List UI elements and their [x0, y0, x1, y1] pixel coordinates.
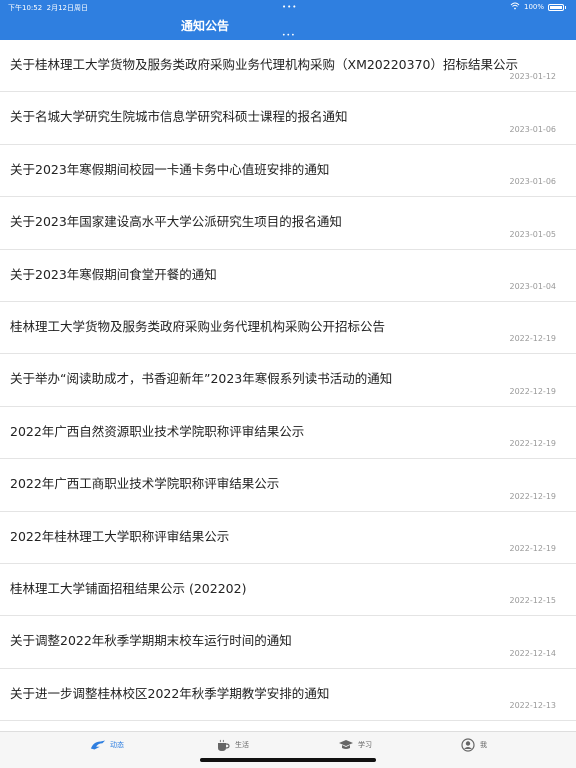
tab-feed[interactable]: 动态 — [90, 738, 124, 752]
notice-date: 2022-12-19 — [509, 543, 557, 553]
notice-title: 关于进一步调整桂林校区2022年秋季学期教学安排的通知 — [10, 685, 330, 701]
notice-date: 2022-12-19 — [509, 334, 557, 344]
multitask-dots-icon[interactable]: ••• — [282, 3, 297, 11]
status-right: 100% — [510, 2, 566, 12]
status-date: 2月12日周日 — [46, 4, 89, 12]
notice-title: 关于举办“阅读助成才，书香迎新年”2023年寒假系列读书活动的通知 — [10, 371, 393, 387]
status-time: 下午10:52 — [8, 4, 43, 12]
graduation-cap-icon — [338, 738, 354, 752]
notice-date: 2022-12-19 — [509, 386, 557, 396]
list-item[interactable]: 2022年广西工商职业技术学院职称评审结果公示 2022-12-19 — [0, 459, 576, 512]
user-icon — [460, 738, 476, 752]
notice-date: 2023-01-06 — [509, 177, 557, 187]
notice-title: 关于2023年寒假期间校园一卡通卡务中心值班安排的通知 — [10, 161, 330, 177]
notice-title: 2022年桂林理工大学职称评审结果公示 — [10, 528, 230, 544]
tab-bar: 动态 生活 学习 我 — [0, 731, 576, 768]
coffee-cup-icon — [215, 738, 231, 752]
tab-label: 生活 — [235, 741, 249, 749]
wifi-icon — [510, 2, 520, 12]
notice-date: 2022-12-19 — [509, 439, 557, 449]
feed-icon — [90, 738, 106, 752]
notice-title: 桂林理工大学货物及服务类政府采购业务代理机构采购公开招标公告 — [10, 318, 386, 334]
notice-date: 2023-01-05 — [509, 229, 557, 239]
battery-cap-icon — [565, 5, 566, 9]
battery-icon — [548, 3, 564, 11]
list-item[interactable]: 关于调整2022年秋季学期期末校车运行时间的通知 2022-12-14 — [0, 616, 576, 669]
tab-label: 学习 — [358, 741, 372, 749]
notice-date: 2023-01-12 — [509, 72, 557, 82]
list-item[interactable]: 关于进一步调整桂林校区2022年秋季学期教学安排的通知 2022-12-13 — [0, 669, 576, 722]
notice-list: 关于桂林理工大学货物及服务类政府采购业务代理机构采购（XM20220370）招标… — [0, 40, 576, 722]
home-indicator[interactable] — [200, 758, 376, 762]
notice-title: 关于名城大学研究生院城市信息学研究科硕士课程的报名通知 — [10, 109, 348, 125]
notice-title: 关于2023年寒假期间食堂开餐的通知 — [10, 266, 217, 282]
status-bar: 下午10:52 2月12日周日 ••• 100% — [0, 0, 576, 14]
status-time-date: 下午10:52 2月12日周日 — [8, 3, 88, 13]
tab-label: 我 — [480, 741, 487, 749]
tab-me[interactable]: 我 — [460, 738, 487, 752]
tab-study[interactable]: 学习 — [338, 738, 372, 752]
notice-date: 2022-12-14 — [509, 648, 557, 658]
list-item[interactable]: 关于2023年寒假期间食堂开餐的通知 2023-01-04 — [0, 250, 576, 302]
tab-life[interactable]: 生活 — [215, 738, 249, 752]
list-item[interactable]: 关于名城大学研究生院城市信息学研究科硕士课程的报名通知 2023-01-06 — [0, 92, 576, 145]
notice-date: 2023-01-06 — [509, 124, 557, 134]
notice-title: 关于桂林理工大学货物及服务类政府采购业务代理机构采购（XM20220370）招标… — [10, 57, 518, 72]
list-item[interactable]: 2022年桂林理工大学职称评审结果公示 2022-12-19 — [0, 512, 576, 564]
list-item[interactable]: 2022年广西自然资源职业技术学院职称评审结果公示 2022-12-19 — [0, 407, 576, 460]
notice-date: 2022-12-19 — [509, 491, 557, 501]
battery-percent: 100% — [523, 3, 544, 11]
list-item[interactable]: 桂林理工大学铺面招租结果公示 (202202) 2022-12-15 — [0, 564, 576, 617]
notice-date: 2022-12-15 — [509, 596, 557, 606]
page-indicator-dots-icon: ••• — [282, 32, 296, 39]
header-bar: 下午10:52 2月12日周日 ••• 100% 通知公告 ••• — [0, 0, 576, 40]
notice-title: 2022年广西自然资源职业技术学院职称评审结果公示 — [10, 423, 305, 439]
notice-title: 2022年广西工商职业技术学院职称评审结果公示 — [10, 476, 280, 492]
list-item[interactable]: 桂林理工大学货物及服务类政府采购业务代理机构采购公开招标公告 2022-12-19 — [0, 302, 576, 355]
tab-label: 动态 — [110, 741, 124, 749]
notice-date: 2022-12-13 — [509, 701, 557, 711]
list-item[interactable]: 关于桂林理工大学货物及服务类政府采购业务代理机构采购（XM20220370）招标… — [0, 40, 576, 93]
notice-date: 2023-01-04 — [509, 281, 557, 291]
list-item[interactable]: 关于举办“阅读助成才，书香迎新年”2023年寒假系列读书活动的通知 2022-12… — [0, 354, 576, 407]
notice-title: 关于调整2022年秋季学期期末校车运行时间的通知 — [10, 633, 292, 649]
notice-title: 桂林理工大学铺面招租结果公示 (202202) — [10, 580, 247, 596]
page-title: 通知公告 — [180, 19, 229, 33]
list-item[interactable]: 关于2023年寒假期间校园一卡通卡务中心值班安排的通知 2023-01-06 — [0, 145, 576, 198]
notice-title: 关于2023年国家建设高水平大学公派研究生项目的报名通知 — [10, 214, 342, 230]
list-item[interactable]: 关于2023年国家建设高水平大学公派研究生项目的报名通知 2023-01-05 — [0, 197, 576, 250]
